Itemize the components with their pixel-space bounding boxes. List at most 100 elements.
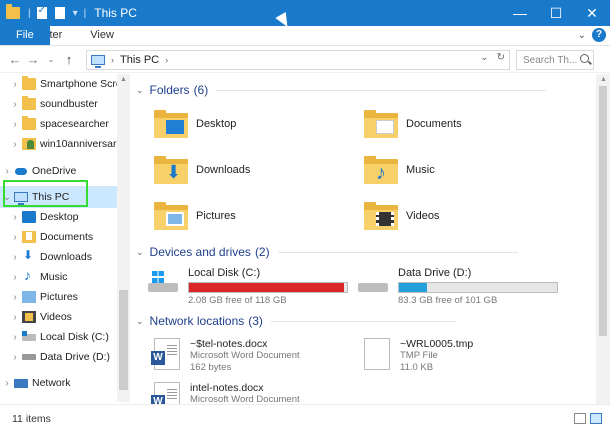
maximize-button[interactable]: ☐: [538, 0, 574, 26]
folder-tile-documents[interactable]: Documents: [364, 110, 462, 138]
expand-arrow-icon[interactable]: ›: [8, 119, 22, 130]
tab-file[interactable]: File: [0, 26, 50, 45]
file-tile-wrl-tmp[interactable]: ~WRL0005.tmp TMP File 11.0 KB: [364, 338, 473, 374]
up-arrow-icon[interactable]: ↑: [60, 52, 78, 67]
collapse-arrow-icon[interactable]: ⌄: [136, 247, 144, 258]
nav-item-data-drive[interactable]: › Data Drive (D:): [8, 347, 110, 367]
folder-tile-pictures[interactable]: Pictures: [154, 202, 236, 230]
nav-item-onedrive[interactable]: › OneDrive: [0, 161, 76, 181]
refresh-icon[interactable]: ↻: [497, 52, 505, 63]
nav-label: Smartphone Scre: [40, 78, 118, 90]
expand-arrow-icon[interactable]: ›: [8, 99, 22, 110]
expand-arrow-icon[interactable]: ›: [8, 232, 22, 243]
nav-item-music[interactable]: › Music: [8, 267, 67, 287]
folder-tile-videos[interactable]: Videos: [364, 202, 439, 230]
section-title: Devices and drives: [149, 245, 251, 259]
nav-item-soundbuster[interactable]: › soundbuster: [8, 94, 98, 114]
expand-arrow-icon[interactable]: ›: [8, 272, 22, 283]
separator: |: [28, 7, 31, 19]
content-scrollbar-thumb[interactable]: [599, 86, 607, 336]
nav-item-win10anniversary[interactable]: › win10anniversar: [8, 134, 116, 154]
folder-tile-downloads[interactable]: ⬇ Downloads: [154, 156, 250, 184]
expand-arrow-icon[interactable]: ›: [8, 292, 22, 303]
nav-item-smartphone[interactable]: › Smartphone Scre: [8, 74, 118, 94]
minimize-button[interactable]: —: [502, 0, 538, 26]
nav-label: Downloads: [40, 251, 92, 263]
nav-item-network[interactable]: › Network: [0, 373, 71, 393]
drive-tile-local-disk[interactable]: Local Disk (C:) 2.08 GB free of 118 GB: [146, 267, 358, 306]
nav-item-downloads[interactable]: › Downloads: [8, 247, 92, 267]
nav-item-pictures[interactable]: › Pictures: [8, 287, 78, 307]
expand-arrow-icon[interactable]: ›: [8, 212, 22, 223]
nav-item-documents[interactable]: › Documents: [8, 227, 93, 247]
breadcrumb-this-pc[interactable]: This PC: [120, 54, 159, 66]
details-view-icon[interactable]: [574, 413, 586, 424]
drive-name: Data Drive (D:): [398, 267, 472, 279]
new-folder-icon[interactable]: [54, 7, 65, 19]
network-icon: [14, 378, 28, 388]
nav-item-videos[interactable]: › Videos: [8, 307, 72, 327]
properties-icon[interactable]: [36, 5, 47, 19]
drive-tile-data-drive[interactable]: Data Drive (D:) 83.3 GB free of 101 GB: [356, 267, 568, 306]
file-tile-stel-notes[interactable]: ~$tel-notes.docx Microsoft Word Document…: [151, 338, 300, 374]
expand-arrow-icon[interactable]: ›: [8, 312, 22, 323]
nav-label: spacesearcher: [40, 118, 109, 130]
nav-item-desktop[interactable]: › Desktop: [8, 207, 79, 227]
address-dropdown-icon[interactable]: ⌄: [480, 52, 488, 63]
expand-arrow-icon[interactable]: ›: [8, 352, 22, 363]
local-disk-icon: [22, 330, 36, 341]
close-button[interactable]: ✕: [574, 0, 610, 26]
tiles-view-icon[interactable]: [590, 413, 602, 424]
scroll-up-icon[interactable]: ▲: [600, 76, 607, 83]
collapse-arrow-icon[interactable]: ⌄: [136, 85, 144, 96]
nav-item-spacesearcher[interactable]: › spacesearcher: [8, 114, 109, 134]
folder-label: Pictures: [196, 210, 236, 222]
nav-scrollbar-thumb[interactable]: [119, 290, 128, 390]
word-document-icon: [151, 338, 180, 370]
downloads-folder-icon: ⬇: [154, 156, 188, 184]
expand-arrow-icon[interactable]: ›: [8, 252, 22, 263]
expand-ribbon-icon[interactable]: ⌄: [578, 30, 586, 41]
section-title: Network locations: [149, 314, 245, 328]
expand-arrow-icon[interactable]: ›: [0, 378, 14, 389]
address-bar[interactable]: › This PC › ⌄ ↻: [86, 50, 510, 70]
recent-locations-icon[interactable]: ⌄: [42, 55, 60, 64]
file-tile-intel-notes[interactable]: intel-notes.docx Microsoft Word Document: [151, 382, 300, 404]
folder-tile-music[interactable]: ♪ Music: [364, 156, 435, 184]
scroll-up-icon[interactable]: ▲: [120, 76, 127, 83]
network-section-header[interactable]: ⌄ Network locations (3): [136, 314, 456, 328]
folders-section-header[interactable]: ⌄ Folders (6): [136, 83, 547, 97]
nav-label: soundbuster: [40, 98, 98, 110]
collapse-arrow-icon[interactable]: ⌄: [136, 316, 144, 327]
section-divider: [277, 251, 518, 253]
folder-label: Desktop: [196, 118, 237, 130]
back-arrow-icon[interactable]: ←: [6, 52, 24, 67]
nav-label: Network: [32, 377, 71, 389]
search-placeholder: Search Th...: [523, 54, 578, 66]
section-count: (6): [193, 83, 209, 97]
folder-tile-desktop[interactable]: Desktop: [154, 110, 236, 138]
expand-arrow-icon[interactable]: ›: [8, 332, 22, 343]
nav-label: win10anniversar: [40, 138, 117, 150]
expand-arrow-icon[interactable]: ›: [8, 79, 22, 90]
nav-item-local-disk[interactable]: › Local Disk (C:): [8, 327, 109, 347]
customize-toolbar-icon[interactable]: ▾: [73, 8, 78, 19]
drive-usage-bar: [188, 282, 348, 293]
desktop-folder-icon: [154, 110, 188, 138]
forward-arrow-icon[interactable]: →: [24, 52, 42, 67]
content-scrollbar[interactable]: ▲: [596, 74, 610, 404]
devices-section-header[interactable]: ⌄ Devices and drives (2): [136, 245, 518, 259]
music-folder-icon: ♪: [364, 156, 398, 184]
breadcrumb-separator[interactable]: ›: [111, 55, 114, 65]
help-icon[interactable]: ?: [592, 28, 606, 42]
expand-arrow-icon[interactable]: ›: [8, 139, 22, 150]
file-size: 162 bytes: [190, 362, 232, 373]
expand-arrow-icon[interactable]: ›: [0, 166, 14, 177]
search-input[interactable]: Search Th...: [516, 50, 594, 70]
section-count: (3): [248, 314, 263, 328]
blank-file-icon: [364, 338, 390, 370]
breadcrumb-separator[interactable]: ›: [165, 55, 168, 65]
folder-icon: [22, 76, 36, 90]
nav-scrollbar[interactable]: ▲: [117, 74, 130, 402]
tab-view[interactable]: View: [76, 26, 128, 45]
